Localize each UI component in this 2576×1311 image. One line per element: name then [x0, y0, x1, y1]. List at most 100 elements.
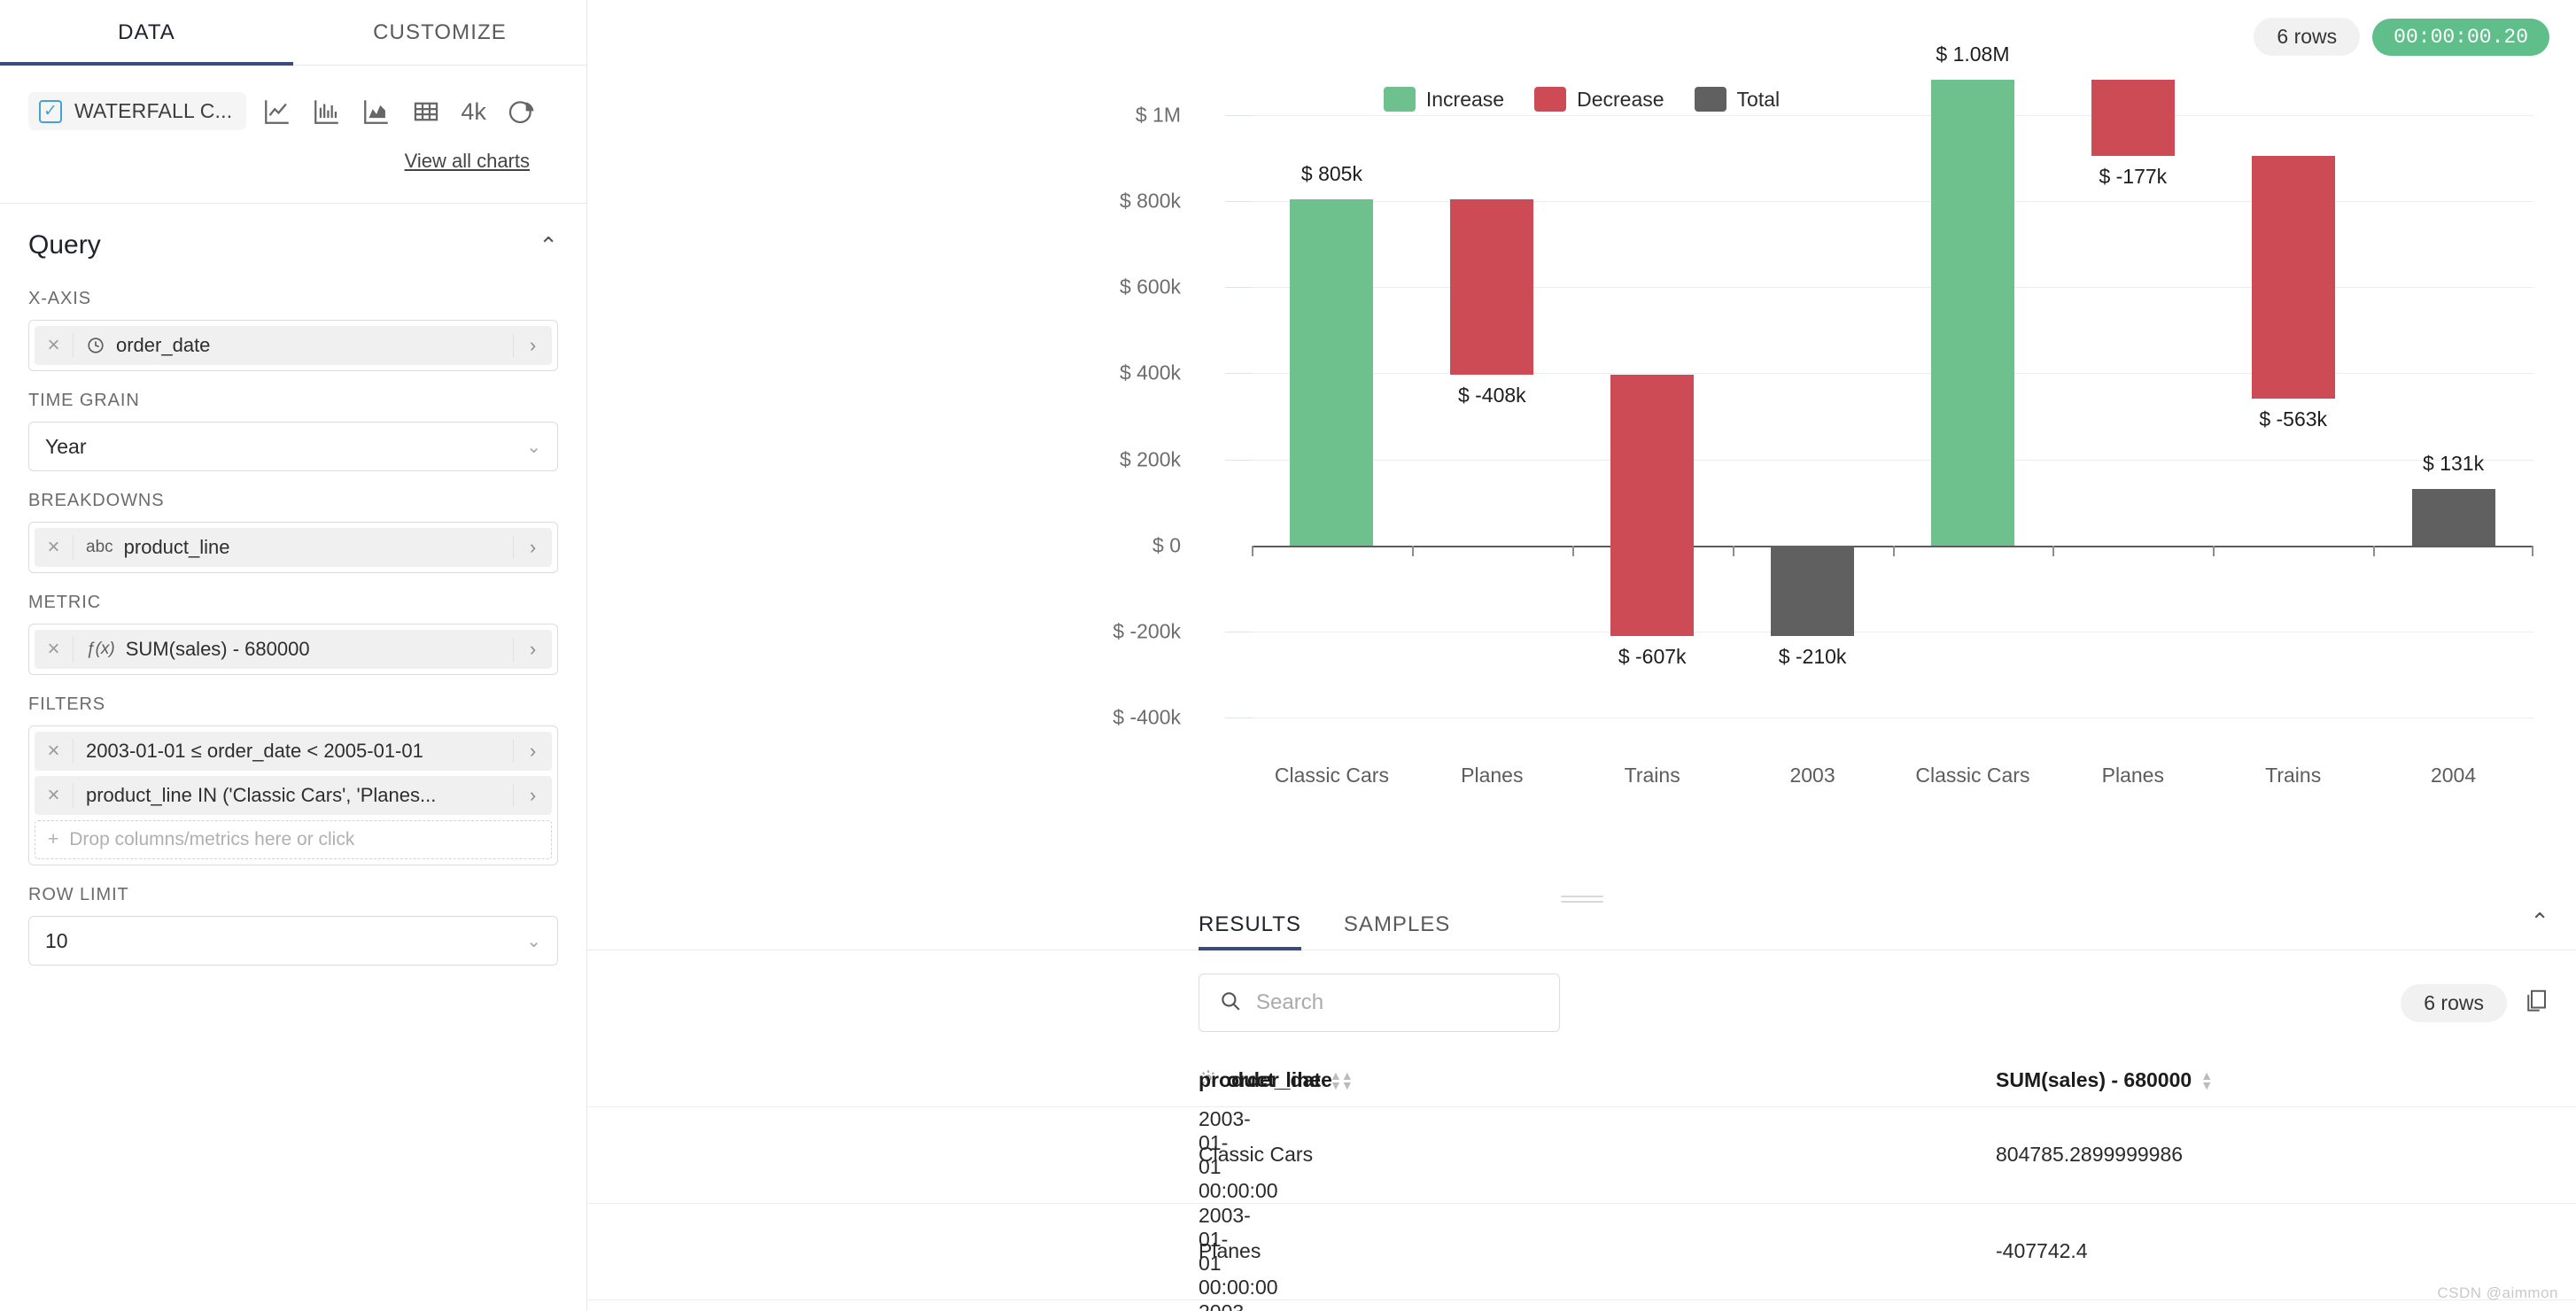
chevron-right-icon[interactable]: › — [513, 784, 552, 807]
chevron-up-icon[interactable]: ⌃ — [539, 234, 558, 257]
control-label-x-axis: X-AXIS — [28, 289, 558, 309]
select-time-grain[interactable]: Year ⌄ — [28, 422, 558, 471]
bar-value-label: $ -607k — [1618, 645, 1687, 669]
y-axis-tick-label: $ 800k — [1021, 190, 1181, 213]
select-time-grain-value: Year — [45, 435, 86, 459]
panel-resize-handle[interactable] — [587, 886, 2576, 912]
chevron-down-icon[interactable]: ⌄ — [526, 930, 541, 952]
results-rows-info: 6 rows — [2401, 984, 2549, 1022]
chart-bar[interactable] — [1290, 199, 1373, 546]
chart-bar[interactable] — [2252, 156, 2335, 399]
table-column-header[interactable]: order_date▲▼ — [587, 1055, 1199, 1106]
tab-results[interactable]: RESULTS — [1199, 912, 1301, 950]
results-tabs: RESULTS SAMPLES ⌃ — [587, 912, 2576, 950]
sort-arrows-icon[interactable]: ▲▼ — [1330, 1072, 1342, 1090]
tab-data-label: DATA — [118, 20, 175, 45]
x-axis-tick-mark — [1252, 546, 1253, 556]
control-box-filters[interactable]: × 2003-01-01 ≤ order_date < 2005-01-01 ›… — [28, 725, 558, 865]
chevron-up-icon[interactable]: ⌃ — [2530, 908, 2549, 935]
tab-data[interactable]: DATA — [0, 0, 293, 65]
chevron-down-icon[interactable]: ⌄ — [526, 436, 541, 458]
bar-value-label: $ 1.08M — [1936, 43, 2009, 66]
chart-bar[interactable] — [2412, 489, 2495, 546]
chevron-right-icon[interactable]: › — [513, 536, 552, 559]
chart-plot-area: $ 1M$ 800k$ 600k$ 400k$ 200k$ 0$ -200k$ … — [1199, 106, 2533, 824]
remove-icon[interactable]: × — [35, 535, 74, 560]
chip-order-date[interactable]: × order_date › — [35, 326, 552, 365]
y-axis-tick-label: $ 200k — [1021, 447, 1181, 471]
column-header-inner: product_line ▲▼ — [1199, 1068, 1996, 1092]
superset-explore-page: DATA CUSTOMIZE ✓ WATERFALL C... — [0, 0, 2576, 1311]
chart-container: 6 rows 00:00:00.20 IncreaseDecreaseTotal… — [587, 0, 2576, 886]
control-breakdowns: BREAKDOWNS × abc product_line › — [0, 491, 586, 573]
tab-samples[interactable]: SAMPLES — [1344, 912, 1450, 950]
chevron-right-icon[interactable]: › — [513, 740, 552, 763]
table-row[interactable]: 2003-01-01 00:00:00Classic Cars804785.28… — [587, 1106, 2576, 1203]
copy-icon[interactable] — [2523, 988, 2549, 1019]
tab-customize-label: CUSTOMIZE — [373, 20, 507, 45]
remove-icon[interactable]: × — [35, 739, 74, 764]
bar-value-label: $ 805k — [1301, 162, 1362, 186]
table-cell: Planes — [1199, 1203, 1996, 1299]
chart-rows-badge: 6 rows — [2254, 18, 2360, 56]
chip-filter-product-line[interactable]: × product_line IN ('Classic Cars', 'Plan… — [35, 776, 552, 815]
area-chart-icon[interactable] — [361, 97, 392, 127]
chip-product-line[interactable]: × abc product_line › — [35, 528, 552, 567]
control-label-row-limit: ROW LIMIT — [28, 885, 558, 905]
table-column-header[interactable]: SUM(sales) - 680000▲▼ — [1996, 1055, 2576, 1106]
chart-bar[interactable] — [1450, 199, 1533, 375]
table-cell: Classic Cars — [1199, 1106, 1996, 1203]
results-table: order_date▲▼product_line▲▼SUM(sales) - 6… — [587, 1055, 2576, 1311]
main-area: 6 rows 00:00:00.20 IncreaseDecreaseTotal… — [587, 0, 2576, 1311]
viz-type-current[interactable]: ✓ WATERFALL C... — [28, 92, 246, 130]
sort-arrows-icon[interactable]: ▲▼ — [2200, 1072, 2213, 1090]
chevron-right-icon[interactable]: › — [513, 334, 552, 357]
bars-group: $ 805kClassic Cars$ -408kPlanes$ -607kTr… — [1252, 106, 2533, 824]
control-box-x-axis[interactable]: × order_date › — [28, 320, 558, 371]
checkbox-checked-icon[interactable]: ✓ — [39, 100, 62, 123]
bar-chart-icon[interactable] — [312, 97, 342, 127]
table-icon[interactable] — [411, 97, 441, 127]
plus-icon: + — [48, 829, 58, 850]
chip-filter-date-range[interactable]: × 2003-01-01 ≤ order_date < 2005-01-01 › — [35, 732, 552, 771]
control-box-breakdowns[interactable]: × abc product_line › — [28, 522, 558, 573]
line-chart-icon[interactable] — [262, 97, 292, 127]
sort-arrows-icon[interactable]: ▲▼ — [1341, 1072, 1354, 1090]
column-header-label: product_line — [1199, 1068, 1321, 1092]
select-row-limit[interactable]: 10 ⌄ — [28, 916, 558, 966]
remove-icon[interactable]: × — [35, 783, 74, 808]
filters-dropzone[interactable]: + Drop columns/metrics here or click — [35, 820, 552, 859]
results-search-input[interactable] — [1256, 990, 1540, 1015]
bar-value-label: $ -563k — [2259, 407, 2327, 431]
tab-customize[interactable]: CUSTOMIZE — [293, 0, 586, 65]
query-section-header[interactable]: Query ⌃ — [0, 204, 586, 269]
view-all-charts-link[interactable]: View all charts — [405, 150, 530, 172]
control-box-metric[interactable]: × ƒ(x) SUM(sales) - 680000 › — [28, 624, 558, 675]
table-column-header[interactable]: product_line ▲▼ — [1199, 1055, 1996, 1106]
table-row[interactable]: 2003-01-01 00:00:00Planes-407742.4 — [587, 1203, 2576, 1299]
control-panel-tabs: DATA CUSTOMIZE — [0, 0, 586, 66]
function-icon: ƒ(x) — [86, 640, 115, 659]
results-search-box[interactable] — [1199, 974, 1560, 1032]
chevron-right-icon[interactable]: › — [513, 638, 552, 661]
bar-value-label: $ -210k — [1779, 645, 1847, 669]
y-axis-tick-label: $ 0 — [1021, 533, 1181, 557]
chart-duration-badge: 00:00:00.20 — [2372, 19, 2549, 56]
chart-bar[interactable] — [1610, 375, 1694, 636]
x-axis-tick-label: 2003 — [1789, 764, 1835, 787]
dropzone-label: Drop columns/metrics here or click — [69, 829, 354, 850]
clock-icon — [86, 336, 105, 355]
x-axis-tick-mark — [2532, 546, 2533, 556]
remove-icon[interactable]: × — [35, 637, 74, 662]
big-number-icon[interactable]: 4k — [461, 97, 486, 127]
chart-bar[interactable] — [2091, 80, 2175, 156]
control-label-metric: METRIC — [28, 593, 558, 613]
chart-bar[interactable] — [1771, 546, 1854, 636]
chart-bar[interactable] — [1931, 80, 2014, 546]
remove-icon[interactable]: × — [35, 333, 74, 358]
x-axis-tick-label: Planes — [2102, 764, 2164, 787]
y-axis-tick-mark — [1225, 287, 1252, 288]
table-row[interactable]: 2003-01-01 00:00:00Trains-607197.71 — [587, 1299, 2576, 1311]
chip-metric[interactable]: × ƒ(x) SUM(sales) - 680000 › — [35, 630, 552, 669]
pie-chart-icon[interactable] — [506, 97, 536, 127]
